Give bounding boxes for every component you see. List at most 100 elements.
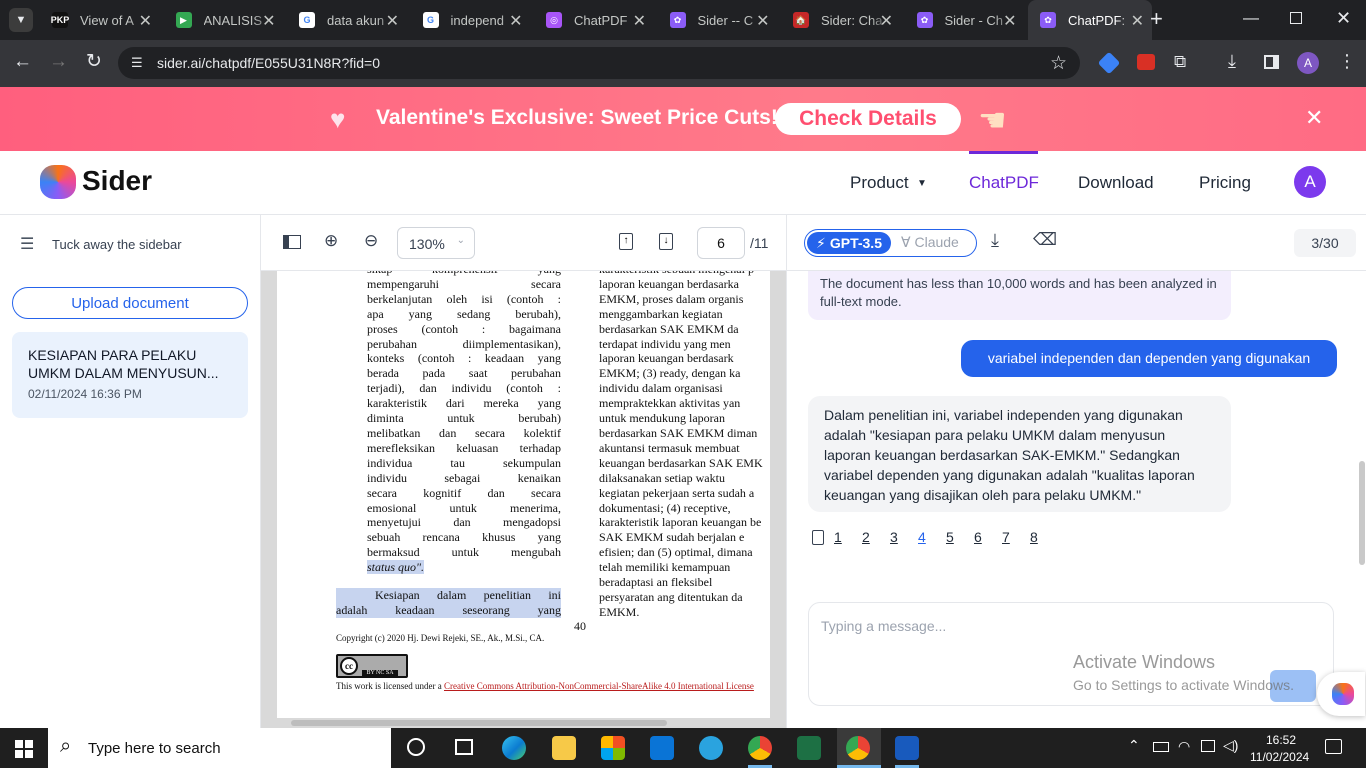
sider-floating-button[interactable] <box>1317 672 1365 716</box>
clock-date[interactable]: 11/02/2024 <box>1250 750 1309 764</box>
browser-tab[interactable]: ✿ Sider -- C ✕ <box>658 0 778 40</box>
wifi-icon[interactable]: ◠ <box>1178 738 1190 755</box>
bookmark-star-icon[interactable]: ☆ <box>1050 52 1067 75</box>
user-avatar[interactable]: A <box>1294 166 1326 198</box>
download-page-icon[interactable]: ↓ <box>659 233 673 250</box>
horizontal-scrollbar[interactable] <box>291 720 667 726</box>
tab-close-icon[interactable]: ✕ <box>386 11 399 31</box>
tab-favicon-icon: ✿ <box>669 12 686 28</box>
pdf-viewer[interactable]: sikap komprehensif yangmempengaruhi seca… <box>261 271 786 728</box>
browser-tab[interactable]: PKP View of A ✕ <box>40 0 160 40</box>
browser-tab[interactable]: ◎ ChatPDF ✕ <box>534 0 654 40</box>
browser-tab[interactable]: Gdata akun ✕ <box>287 0 407 40</box>
download-chat-icon[interactable]: ⤓ <box>991 230 999 251</box>
minimize-button[interactable]: — <box>1243 10 1259 28</box>
download-icon[interactable]: ⤓ <box>1228 51 1236 72</box>
chat-scrollbar[interactable] <box>1359 461 1365 565</box>
forward-icon[interactable]: → <box>49 51 68 73</box>
browser-profile-avatar[interactable]: A <box>1297 52 1319 74</box>
pdf-line: berada pada saat perubahan <box>367 366 561 381</box>
browser-menu-icon[interactable]: ⋮ <box>1338 51 1356 72</box>
nav-product[interactable]: Product <box>850 173 909 193</box>
tuck-sidebar-label[interactable]: Tuck away the sidebar <box>52 237 182 252</box>
new-tab-button[interactable]: + <box>1150 6 1163 32</box>
tab-close-icon[interactable]: ✕ <box>756 11 769 31</box>
volume-icon[interactable]: ◁) <box>1223 737 1238 754</box>
clear-chat-broom-icon[interactable]: ⌫ <box>1033 230 1057 250</box>
mail-icon[interactable] <box>650 736 674 760</box>
zoom-out-icon[interactable]: ⊖ <box>364 231 378 251</box>
telegram-icon[interactable] <box>699 736 723 760</box>
source-page-link[interactable]: 2 <box>862 529 890 545</box>
restore-button[interactable] <box>1290 12 1302 24</box>
brand-name[interactable]: Sider <box>82 165 152 197</box>
url-text[interactable]: sider.ai/chatpdf/E055U31N8R?fid=0 <box>157 55 380 71</box>
tray-chevron-icon[interactable]: ⌃ <box>1128 737 1140 754</box>
chrome-profile-icon[interactable] <box>846 736 870 760</box>
tab-close-icon[interactable]: ✕ <box>880 11 893 31</box>
document-list-item[interactable]: KESIAPAN PARA PELAKU UMKM DALAM MENYUSUN… <box>12 332 248 418</box>
upload-document-button[interactable]: Upload document <box>12 287 248 319</box>
source-page-link[interactable]: 5 <box>946 529 974 545</box>
tab-close-icon[interactable]: ✕ <box>509 11 522 31</box>
model-gpt35-button[interactable]: ⚡ GPT-3.5 <box>807 232 891 254</box>
edge-icon[interactable] <box>502 736 526 760</box>
side-panel-icon[interactable] <box>1264 55 1279 69</box>
tab-close-icon[interactable]: ✕ <box>1003 11 1016 31</box>
collapse-sidebar-icon[interactable]: ☰ <box>20 234 34 254</box>
browser-tab[interactable]: Gindepend ✕ <box>411 0 531 40</box>
browser-tab[interactable]: 🏠 Sider: Cha ✕ <box>781 0 901 40</box>
thumbnails-toggle-icon[interactable] <box>283 235 301 249</box>
browser-tab[interactable]: ▶ ANALISIS ✕ <box>164 0 284 40</box>
browser-tab[interactable]: ✿ ChatPDF: ✕ <box>1028 0 1152 40</box>
nav-download[interactable]: Download <box>1078 173 1154 193</box>
back-icon[interactable]: ← <box>13 51 32 73</box>
zoom-select[interactable]: 130% ⌄ <box>397 227 475 259</box>
close-window-button[interactable]: ✕ <box>1336 8 1351 29</box>
microsoft-store-icon[interactable] <box>601 736 625 760</box>
license-link[interactable]: Creative Commons Attribution-NonCommerci… <box>444 681 754 691</box>
pdf-page: sikap komprehensif yangmempengaruhi seca… <box>277 271 770 718</box>
clock-time[interactable]: 16:52 <box>1266 733 1296 747</box>
source-page-link[interactable]: 1 <box>834 529 862 545</box>
cortana-icon[interactable] <box>407 738 425 756</box>
source-page-link[interactable]: 3 <box>890 529 918 545</box>
source-page-link[interactable]: 7 <box>1002 529 1030 545</box>
tab-favicon-icon: 🏠 <box>793 12 809 28</box>
sider-logo-icon[interactable] <box>40 165 76 199</box>
page-number-input[interactable]: 6 <box>697 227 745 259</box>
nav-pricing[interactable]: Pricing <box>1199 173 1251 193</box>
profile-initial: A <box>1303 56 1312 70</box>
pdf-line: diminta untuk berubah) <box>367 411 561 426</box>
check-details-button[interactable]: Check Details <box>775 103 961 135</box>
close-banner-icon[interactable]: ✕ <box>1305 105 1323 131</box>
upload-page-icon[interactable]: ↑ <box>619 233 633 250</box>
tab-close-icon[interactable]: ✕ <box>633 11 646 31</box>
excel-icon[interactable] <box>797 736 821 760</box>
extensions-puzzle-icon[interactable]: ⧉ <box>1174 52 1186 72</box>
tab-close-icon[interactable]: ✕ <box>139 11 152 31</box>
zoom-in-icon[interactable]: ⊕ <box>324 231 338 251</box>
battery-icon[interactable] <box>1153 742 1169 752</box>
tab-close-icon[interactable]: ✕ <box>1131 11 1144 31</box>
site-info-icon[interactable]: ☰ <box>131 55 143 71</box>
chrome-icon[interactable] <box>748 736 772 760</box>
task-view-icon[interactable] <box>455 739 473 755</box>
model-claude-button[interactable]: Ɐ Claude <box>901 234 959 251</box>
extension-red-icon[interactable] <box>1137 54 1155 70</box>
taskbar-search-box[interactable]: ⌕ Type here to search <box>48 728 391 768</box>
notifications-icon[interactable] <box>1325 739 1342 754</box>
tab-close-icon[interactable]: ✕ <box>262 11 275 31</box>
windows-start-icon[interactable] <box>15 740 33 758</box>
word-icon[interactable] <box>895 736 919 760</box>
source-page-link[interactable]: 6 <box>974 529 1002 545</box>
reload-icon[interactable]: ↻ <box>86 50 102 73</box>
browser-tab[interactable]: ✿ Sider - Ch ✕ <box>905 0 1025 40</box>
tab-search-button[interactable]: ▼ <box>9 8 33 32</box>
source-page-link[interactable]: 4 <box>918 529 946 545</box>
network-icon[interactable] <box>1201 740 1215 752</box>
source-page-link[interactable]: 8 <box>1030 529 1058 545</box>
pdf-right-column: karakteristik sebuah mengenai plaporan k… <box>599 271 770 620</box>
file-explorer-icon[interactable] <box>552 736 576 760</box>
nav-chatpdf[interactable]: ChatPDF <box>969 173 1039 193</box>
